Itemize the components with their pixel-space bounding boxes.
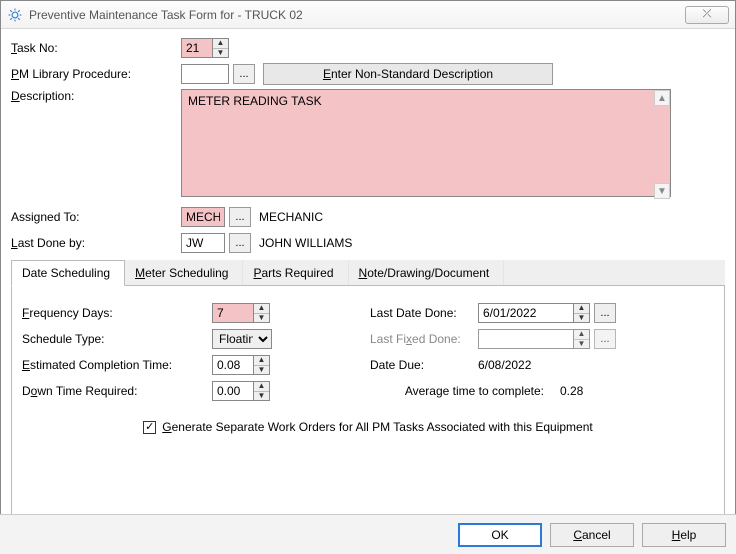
assigned-to-code-input[interactable]: [181, 207, 225, 227]
avg-time-value: 0.28: [560, 384, 583, 398]
last-fixed-done-input[interactable]: ▲▼: [478, 329, 590, 349]
titlebar: Preventive Maintenance Task Form for - T…: [1, 1, 735, 29]
dtr-label: Down Time Required:: [22, 384, 212, 398]
spinner-down-icon[interactable]: ▼: [254, 392, 269, 401]
close-button[interactable]: ⤫: [685, 6, 729, 24]
last-done-browse-button[interactable]: ...: [229, 233, 251, 253]
tab-strip: Date Scheduling Meter Scheduling Parts R…: [11, 260, 725, 286]
task-no-field[interactable]: [182, 39, 212, 57]
last-done-name: JOHN WILLIAMS: [259, 236, 352, 250]
avg-time-label: Average time to complete:: [370, 384, 560, 398]
assigned-to-browse-button[interactable]: ...: [229, 207, 251, 227]
tab-parts-required[interactable]: Parts Required: [243, 260, 348, 285]
spinner-down-icon[interactable]: ▼: [254, 314, 269, 323]
spinner-down-icon[interactable]: ▼: [254, 366, 269, 375]
cancel-button[interactable]: Cancel: [550, 523, 634, 547]
description-label: Description:: [11, 89, 181, 103]
assigned-to-name: MECHANIC: [259, 210, 323, 224]
ect-input[interactable]: ▲▼: [212, 355, 270, 375]
date-due-label: Date Due:: [370, 358, 478, 372]
schedule-type-select[interactable]: Floating: [212, 329, 272, 349]
description-textarea[interactable]: METER READING TASK: [181, 89, 671, 197]
pm-library-label: PM Library Procedure:: [11, 67, 181, 81]
ect-label: Estimated Completion Time:: [22, 358, 212, 372]
task-no-input[interactable]: ▲▼: [181, 38, 229, 58]
dtr-input[interactable]: ▲▼: [212, 381, 270, 401]
last-fixed-done-browse-button: ...: [594, 329, 616, 349]
last-done-code-input[interactable]: [181, 233, 225, 253]
generate-separate-label: Generate Separate Work Orders for All PM…: [162, 420, 592, 434]
last-date-done-browse-button[interactable]: ...: [594, 303, 616, 323]
last-date-done-label: Last Date Done:: [370, 306, 478, 320]
scroll-down-icon[interactable]: ▼: [654, 183, 670, 199]
tab-date-scheduling[interactable]: Date Scheduling: [11, 260, 125, 286]
schedule-type-label: Schedule Type:: [22, 332, 212, 346]
last-fixed-done-label: Last Fixed Done:: [370, 332, 478, 346]
date-due-value: 6/08/2022: [478, 358, 531, 372]
frequency-days-input[interactable]: ▲▼: [212, 303, 270, 323]
app-gear-icon: [7, 7, 23, 23]
assigned-to-label: Assigned To:: [11, 210, 181, 224]
ok-button[interactable]: OK: [458, 523, 542, 547]
spinner-down-icon[interactable]: ▼: [574, 314, 589, 323]
last-done-by-label: Last Done by:: [11, 236, 181, 250]
pm-library-input[interactable]: [181, 64, 229, 84]
help-button[interactable]: Help: [642, 523, 726, 547]
enter-nonstd-desc-button[interactable]: Enter Non-Standard Description: [263, 63, 553, 85]
tab-meter-scheduling[interactable]: Meter Scheduling: [125, 260, 243, 285]
spinner-down-icon[interactable]: ▼: [574, 340, 589, 349]
window-title: Preventive Maintenance Task Form for - T…: [29, 8, 685, 22]
generate-separate-checkbox[interactable]: ✓: [143, 421, 156, 434]
dialog-footer: OK Cancel Help: [0, 514, 736, 554]
frequency-days-label: Frequency Days:: [22, 306, 212, 320]
last-date-done-input[interactable]: ▲▼: [478, 303, 590, 323]
scroll-up-icon[interactable]: ▲: [654, 90, 670, 106]
task-no-label: Task No:: [11, 41, 181, 55]
tab-panel: Frequency Days: ▲▼ Schedule Type: Floati…: [11, 286, 725, 516]
pm-library-browse-button[interactable]: ...: [233, 64, 255, 84]
tab-note-drawing-document[interactable]: Note/Drawing/Document: [349, 260, 505, 285]
spinner-down-icon[interactable]: ▼: [213, 49, 228, 58]
